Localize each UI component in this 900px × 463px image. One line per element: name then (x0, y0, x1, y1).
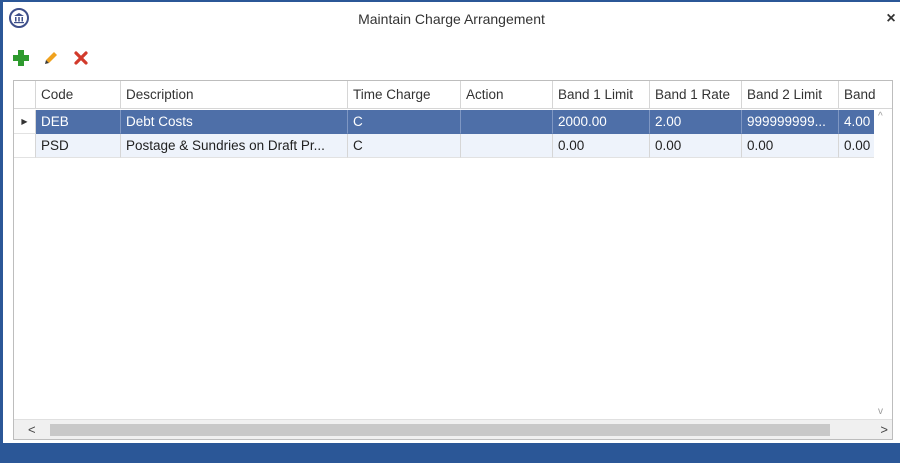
table-row[interactable]: ▶ DEB Debt Costs C 2000.00 2.00 99999999… (14, 110, 876, 134)
scroll-right-arrow-icon[interactable]: > (880, 422, 888, 437)
maintain-charge-arrangement-window: Maintain Charge Arrangement × Code Descr… (0, 0, 900, 463)
cell-band2-rate[interactable]: 4.00 (839, 110, 876, 134)
vertical-scrollbar[interactable]: ^ v (874, 109, 892, 419)
title-bar: Maintain Charge Arrangement × (3, 2, 900, 36)
cell-band1-limit[interactable]: 0.00 (553, 134, 650, 158)
column-header-time-charge[interactable]: Time Charge (348, 81, 461, 109)
cell-code[interactable]: DEB (36, 110, 121, 134)
grid-header: Code Description Time Charge Action Band… (14, 81, 892, 109)
horizontal-scroll-thumb[interactable] (50, 424, 830, 436)
delete-icon (74, 51, 88, 65)
cell-description[interactable]: Postage & Sundries on Draft Pr... (121, 134, 348, 158)
column-header-description[interactable]: Description (121, 81, 348, 109)
edit-button[interactable] (41, 48, 61, 68)
cell-time-charge[interactable]: C (348, 110, 461, 134)
cell-action[interactable] (461, 110, 553, 134)
horizontal-scrollbar[interactable]: < > (14, 419, 892, 439)
cell-band2-limit[interactable]: 0.00 (742, 134, 839, 158)
column-header-band2-limit[interactable]: Band 2 Limit (742, 81, 839, 109)
charge-arrangement-grid: Code Description Time Charge Action Band… (13, 80, 893, 440)
cell-code[interactable]: PSD (36, 134, 121, 158)
row-indicator-header (14, 81, 36, 109)
cell-action[interactable] (461, 134, 553, 158)
close-button[interactable]: × (884, 11, 898, 27)
row-indicator-icon: ▶ (14, 110, 36, 134)
window-title: Maintain Charge Arrangement (358, 11, 545, 27)
toolbar (11, 46, 91, 70)
cell-band2-limit[interactable]: 999999999... (742, 110, 839, 134)
cell-description[interactable]: Debt Costs (121, 110, 348, 134)
column-header-band1-limit[interactable]: Band 1 Limit (553, 81, 650, 109)
add-button[interactable] (11, 48, 31, 68)
scroll-down-arrow-icon[interactable]: v (878, 406, 883, 417)
column-header-action[interactable]: Action (461, 81, 553, 109)
column-header-code[interactable]: Code (36, 81, 121, 109)
cell-time-charge[interactable]: C (348, 134, 461, 158)
delete-button[interactable] (71, 48, 91, 68)
add-icon (13, 50, 29, 66)
table-row[interactable]: PSD Postage & Sundries on Draft Pr... C … (14, 134, 876, 158)
column-header-band1-rate[interactable]: Band 1 Rate (650, 81, 742, 109)
column-header-band2[interactable]: Band 2 (839, 81, 876, 109)
edit-pencil-icon (45, 52, 57, 64)
cell-band1-rate[interactable]: 2.00 (650, 110, 742, 134)
cell-band1-limit[interactable]: 2000.00 (553, 110, 650, 134)
row-indicator (14, 134, 36, 158)
scroll-left-arrow-icon[interactable]: < (28, 422, 36, 437)
scroll-up-arrow-icon[interactable]: ^ (878, 111, 883, 122)
cell-band1-rate[interactable]: 0.00 (650, 134, 742, 158)
status-bar (0, 443, 900, 463)
cell-band2-rate[interactable]: 0.00 (839, 134, 876, 158)
